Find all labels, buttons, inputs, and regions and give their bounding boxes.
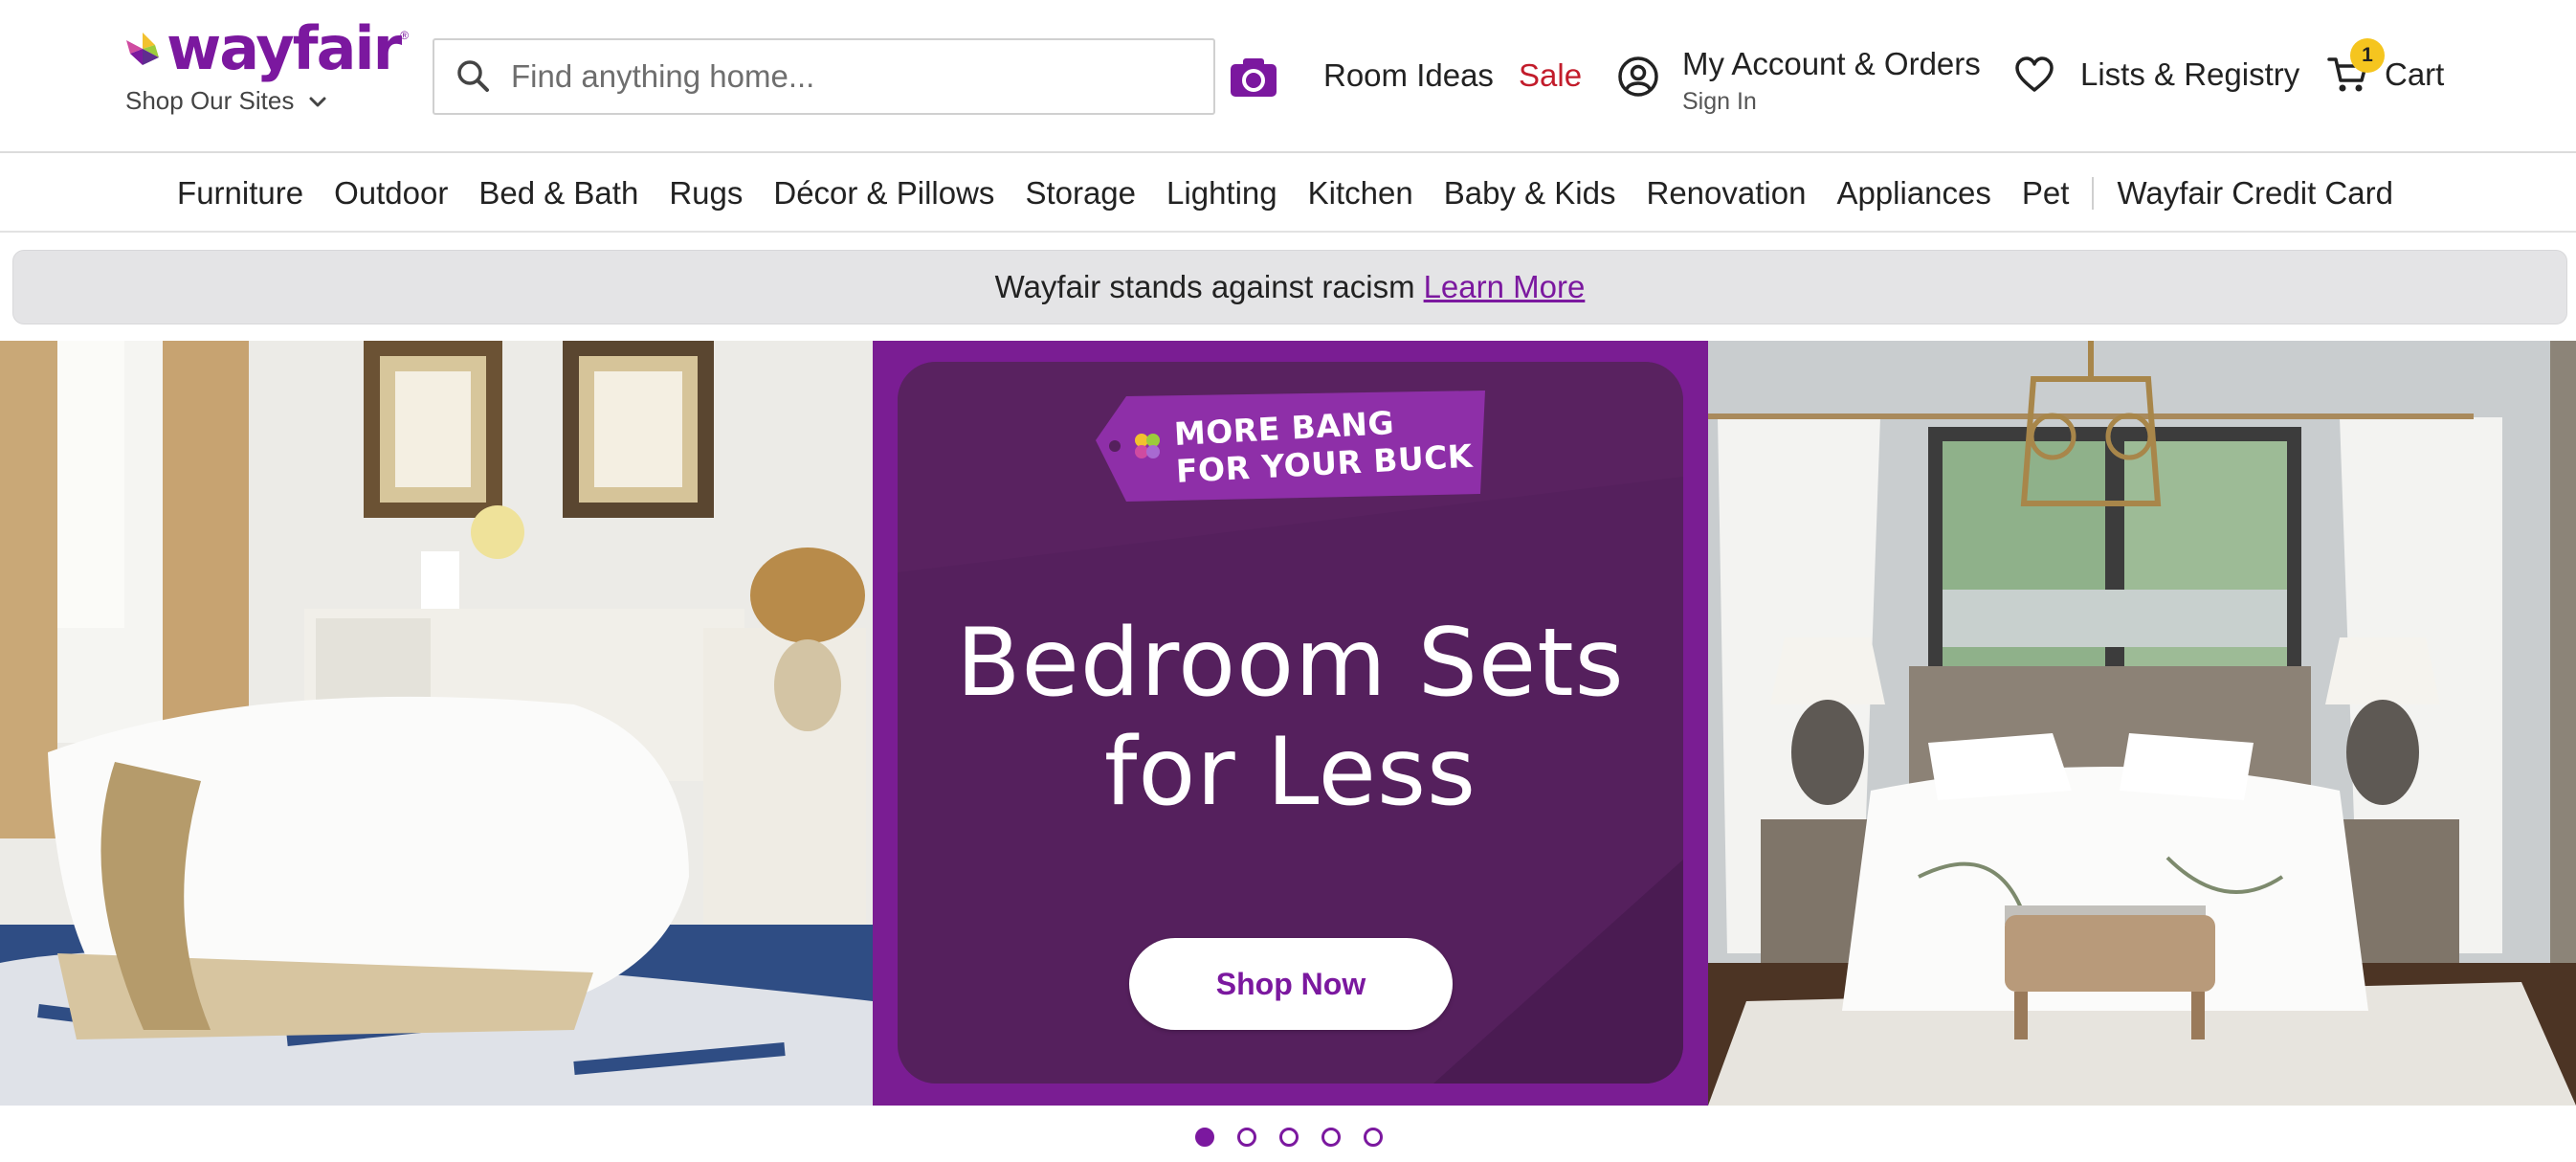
category-furniture[interactable]: Furniture: [162, 175, 319, 212]
carousel-dot-4[interactable]: [1321, 1128, 1341, 1147]
site-header: wayfair ® Shop Our Sites Room Ideas Sale…: [0, 0, 2576, 153]
carousel-dot-3[interactable]: [1279, 1128, 1299, 1147]
logo-pinwheel-icon: [126, 33, 159, 65]
carousel-dot-5[interactable]: [1364, 1128, 1383, 1147]
cart-label: Cart: [2385, 56, 2445, 92]
chevron-down-icon: [309, 97, 326, 106]
my-account-menu[interactable]: My Account & Orders Sign In: [1617, 48, 1981, 116]
cart-link[interactable]: 1 Cart: [2327, 38, 2445, 94]
search-input[interactable]: [511, 58, 1181, 95]
hero-headline: Bedroom Sets for Less: [873, 609, 1708, 827]
account-label: My Account & Orders: [1682, 46, 1981, 81]
wayfair-credit-card-link[interactable]: Wayfair Credit Card: [2101, 175, 2409, 212]
room-ideas-link[interactable]: Room Ideas: [1323, 57, 1494, 94]
shop-now-button[interactable]: Shop Now: [1129, 938, 1453, 1030]
registered-mark: ®: [400, 29, 410, 42]
learn-more-link[interactable]: Learn More: [1424, 269, 1586, 305]
user-account-icon: [1618, 56, 1658, 97]
account-text: My Account & Orders Sign In: [1682, 48, 1981, 116]
category-bed-bath[interactable]: Bed & Bath: [463, 175, 654, 212]
sign-in-label: Sign In: [1682, 88, 1757, 115]
promo-panel: MORE BANG FOR YOUR BUCK Bedroom Sets for…: [873, 341, 1708, 1106]
notice-banner: Wayfair stands against racism Learn More: [12, 250, 2567, 324]
camera-search-icon[interactable]: [1230, 57, 1277, 98]
category-kitchen[interactable]: Kitchen: [1293, 175, 1429, 212]
shop-our-sites-dropdown[interactable]: Shop Our Sites: [125, 86, 328, 116]
heart-icon: [2015, 56, 2054, 92]
nav-divider: [2092, 177, 2095, 210]
wayfair-logo[interactable]: wayfair ®: [122, 19, 409, 78]
headline-line-1: Bedroom Sets: [956, 609, 1625, 718]
category-nav: Furniture Outdoor Bed & Bath Rugs Décor …: [0, 154, 2576, 233]
category-appliances[interactable]: Appliances: [1821, 175, 2006, 212]
category-renovation[interactable]: Renovation: [1631, 175, 1821, 212]
logo-wordmark: wayfair: [167, 13, 402, 83]
category-baby-kids[interactable]: Baby & Kids: [1429, 175, 1632, 212]
category-lighting[interactable]: Lighting: [1151, 175, 1293, 212]
hero-carousel: MORE BANG FOR YOUR BUCK Bedroom Sets for…: [0, 341, 2576, 1106]
category-decor-pillows[interactable]: Décor & Pillows: [758, 175, 1010, 212]
carousel-dot-1[interactable]: [1195, 1128, 1214, 1147]
carousel-dot-2[interactable]: [1237, 1128, 1256, 1147]
headline-line-2: for Less: [1103, 718, 1477, 827]
cart-count-badge: 1: [2350, 38, 2385, 73]
search-bar: [433, 38, 1215, 115]
notice-text: Wayfair stands against racism: [994, 269, 1415, 304]
lists-registry-link[interactable]: Lists & Registry: [2013, 56, 2299, 94]
carousel-pagination: [1195, 1128, 1383, 1147]
sale-link[interactable]: Sale: [1519, 57, 1582, 94]
search-icon[interactable]: [455, 58, 492, 95]
shop-our-sites-label: Shop Our Sites: [125, 86, 295, 115]
bedroom-photo-left[interactable]: [0, 341, 873, 1106]
category-storage[interactable]: Storage: [1010, 175, 1151, 212]
category-pet[interactable]: Pet: [2007, 175, 2085, 212]
category-outdoor[interactable]: Outdoor: [319, 175, 463, 212]
bedroom-photo-right[interactable]: [1708, 341, 2576, 1106]
lists-registry-label: Lists & Registry: [2080, 56, 2300, 92]
category-rugs[interactable]: Rugs: [654, 175, 758, 212]
